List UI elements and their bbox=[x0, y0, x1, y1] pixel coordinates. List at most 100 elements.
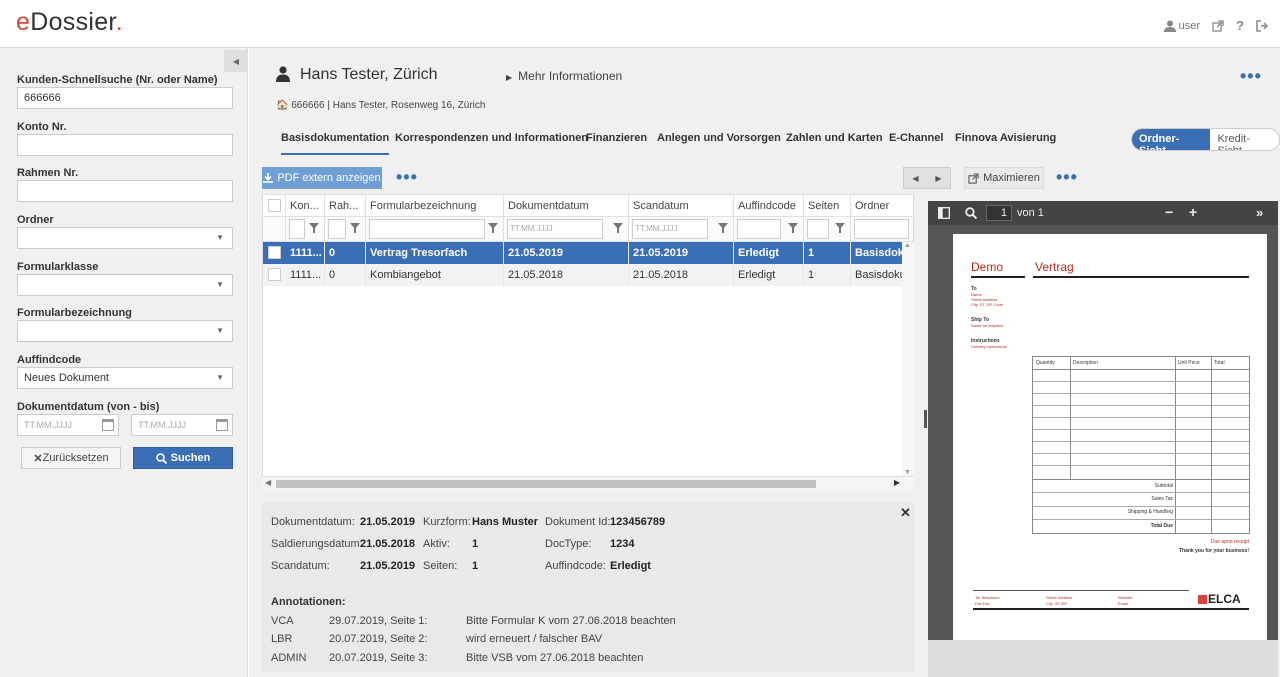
detail-label: Seiten: bbox=[423, 560, 458, 572]
grid-horizontal-scrollbar[interactable]: ◀ ▶ bbox=[262, 476, 914, 490]
auffindcode-label: Auffindcode bbox=[17, 354, 82, 366]
more-info-toggle[interactable]: ▶ Mehr Informationen bbox=[506, 69, 622, 83]
ordner-select[interactable]: ▼ bbox=[17, 227, 233, 249]
filter-icon[interactable] bbox=[613, 223, 623, 233]
header-more-icon[interactable]: ••• bbox=[1240, 66, 1262, 87]
filter-icon[interactable] bbox=[835, 223, 845, 233]
col-header-ordner[interactable]: Ordner bbox=[851, 195, 913, 217]
select-all-checkbox[interactable] bbox=[268, 199, 281, 212]
table-row[interactable]: 1111... 0 Vertrag Tresorfach 21.05.2019 … bbox=[263, 242, 903, 264]
filter-input-rahmen[interactable] bbox=[328, 219, 346, 239]
scroll-thumb[interactable] bbox=[276, 480, 816, 488]
date-from-input[interactable]: TT.MM.JJJJ bbox=[17, 414, 119, 436]
filter-input-ordner[interactable] bbox=[854, 219, 909, 239]
filter-icon[interactable] bbox=[788, 223, 798, 233]
tab-finanzieren[interactable]: Finanzieren bbox=[586, 132, 647, 144]
prev-document-icon[interactable]: ◀ bbox=[912, 174, 918, 183]
konto-label: Konto Nr. bbox=[17, 121, 67, 133]
calendar-icon[interactable] bbox=[216, 419, 228, 431]
detail-value: 21.05.2019 bbox=[360, 560, 416, 572]
auffindcode-select[interactable]: Neues Dokument ▼ bbox=[17, 367, 233, 389]
filter-cell-formular bbox=[366, 217, 504, 242]
cell-formular: Vertrag Tresorfach bbox=[366, 242, 504, 264]
sidebar-collapse-button[interactable]: ◀ bbox=[224, 50, 248, 72]
filter-input-dokumentdatum[interactable]: TT.MM.JJJJ bbox=[507, 219, 603, 239]
chevron-down-icon: ▼ bbox=[216, 233, 224, 242]
tab-zahlen[interactable]: Zahlen und Karten bbox=[786, 132, 883, 144]
maximize-button[interactable]: Maximieren bbox=[964, 167, 1044, 189]
scroll-up-icon[interactable]: ▲ bbox=[904, 242, 911, 249]
formularklasse-select[interactable]: ▼ bbox=[17, 274, 233, 296]
page-number-input[interactable]: 1 bbox=[986, 205, 1012, 221]
table-header: Quantity bbox=[1036, 360, 1055, 366]
footer-rule-bold bbox=[973, 608, 1249, 610]
col-header-konto[interactable]: Kon... bbox=[286, 195, 325, 217]
col-header-dokumentdatum[interactable]: Dokumentdatum bbox=[504, 195, 629, 217]
rahmen-label: Rahmen Nr. bbox=[17, 167, 79, 179]
filter-icon[interactable] bbox=[488, 223, 498, 233]
search-button[interactable]: Suchen bbox=[133, 447, 233, 469]
kredit-view-button[interactable]: Kredit-Sicht bbox=[1210, 129, 1279, 150]
pdf-extern-button[interactable]: PDF extern anzeigen bbox=[262, 167, 382, 189]
user-menu[interactable]: user bbox=[1163, 20, 1200, 32]
annotation-user: LBR bbox=[271, 633, 293, 645]
konto-input[interactable] bbox=[17, 134, 233, 156]
viewer-more-icon[interactable]: ••• bbox=[1056, 168, 1078, 186]
table-row[interactable]: 1111... 0 Kombiangebot 21.05.2018 21.05.… bbox=[263, 264, 903, 286]
filter-input-seiten[interactable] bbox=[807, 219, 829, 239]
search-icon[interactable] bbox=[965, 207, 977, 219]
detail-value: Erledigt bbox=[610, 560, 651, 572]
date-to-input[interactable]: TT.MM.JJJJ bbox=[131, 414, 233, 436]
doc-title-right: Vertrag bbox=[1035, 260, 1074, 274]
sidebar-toggle-icon[interactable] bbox=[938, 207, 950, 219]
ordner-view-button[interactable]: Ordner-Sicht bbox=[1132, 129, 1211, 150]
next-document-icon[interactable]: ▶ bbox=[935, 174, 941, 183]
logout-icon[interactable] bbox=[1256, 19, 1268, 32]
zoom-in-icon[interactable]: + bbox=[1189, 204, 1197, 220]
filter-input-formular[interactable] bbox=[369, 219, 485, 239]
close-icon[interactable]: ✕ bbox=[900, 505, 911, 521]
filter-input-konto[interactable] bbox=[289, 219, 305, 239]
tab-echannel[interactable]: E-Channel bbox=[889, 132, 943, 144]
filter-icon[interactable] bbox=[718, 223, 728, 233]
filter-icon[interactable] bbox=[309, 223, 319, 233]
customer-name: Hans Tester, Zürich bbox=[300, 66, 438, 83]
quicksearch-input[interactable]: 666666 bbox=[17, 87, 233, 109]
zoom-out-icon[interactable]: − bbox=[1165, 204, 1173, 220]
grid-vertical-scrollbar[interactable]: ▲ ▼ bbox=[902, 242, 914, 476]
scroll-left-icon[interactable]: ◀ bbox=[265, 478, 271, 487]
rahmen-input[interactable] bbox=[17, 180, 233, 202]
more-tools-icon[interactable]: » bbox=[1256, 205, 1263, 220]
scroll-right-icon[interactable]: ▶ bbox=[894, 478, 900, 487]
col-header-auffindcode[interactable]: Auffindcode bbox=[734, 195, 804, 217]
filter-input-auffindcode[interactable] bbox=[737, 219, 781, 239]
row-checkbox[interactable] bbox=[268, 246, 281, 259]
date-to-placeholder: TT.MM.JJJJ bbox=[138, 420, 186, 430]
cell-rahmen: 0 bbox=[325, 242, 366, 264]
tab-anlegen[interactable]: Anlegen und Vorsorgen bbox=[657, 132, 781, 144]
formularbez-select[interactable]: ▼ bbox=[17, 320, 233, 342]
panel-splitter-handle[interactable] bbox=[924, 410, 927, 428]
salestax-label: Sales Tax bbox=[1151, 496, 1173, 502]
select-all-header[interactable] bbox=[263, 195, 286, 217]
col-header-rahmen[interactable]: Rah... bbox=[325, 195, 366, 217]
col-header-scandatum[interactable]: Scandatum bbox=[629, 195, 734, 217]
grid-more-icon[interactable]: ••• bbox=[396, 168, 418, 186]
scroll-down-icon[interactable]: ▼ bbox=[904, 469, 911, 476]
tab-korrespondenzen[interactable]: Korrespondenzen und Informationen bbox=[395, 132, 588, 144]
col-header-formularbezeichnung[interactable]: Formularbezeichnung bbox=[366, 195, 504, 217]
reset-button[interactable]: ✕ Zurücksetzen bbox=[21, 447, 121, 469]
tab-finnova[interactable]: Finnova Avisierung bbox=[955, 132, 1056, 144]
calendar-icon[interactable] bbox=[102, 419, 114, 431]
col-header-seiten[interactable]: Seiten bbox=[804, 195, 851, 217]
app-logo[interactable]: eDossier. bbox=[16, 8, 123, 37]
detail-label: DocType: bbox=[545, 538, 592, 550]
external-link-icon[interactable] bbox=[1212, 19, 1224, 32]
row-checkbox[interactable] bbox=[268, 268, 281, 281]
filter-icon[interactable] bbox=[350, 223, 360, 233]
top-bar: eDossier. user ? bbox=[0, 0, 1280, 48]
filter-input-scandatum[interactable]: TT.MM.JJJJ bbox=[632, 219, 708, 239]
help-icon[interactable]: ? bbox=[1236, 18, 1244, 33]
cell-dokumentdatum: 21.05.2019 bbox=[504, 242, 629, 264]
tab-basisdokumentation[interactable]: Basisdokumentation bbox=[281, 132, 390, 155]
